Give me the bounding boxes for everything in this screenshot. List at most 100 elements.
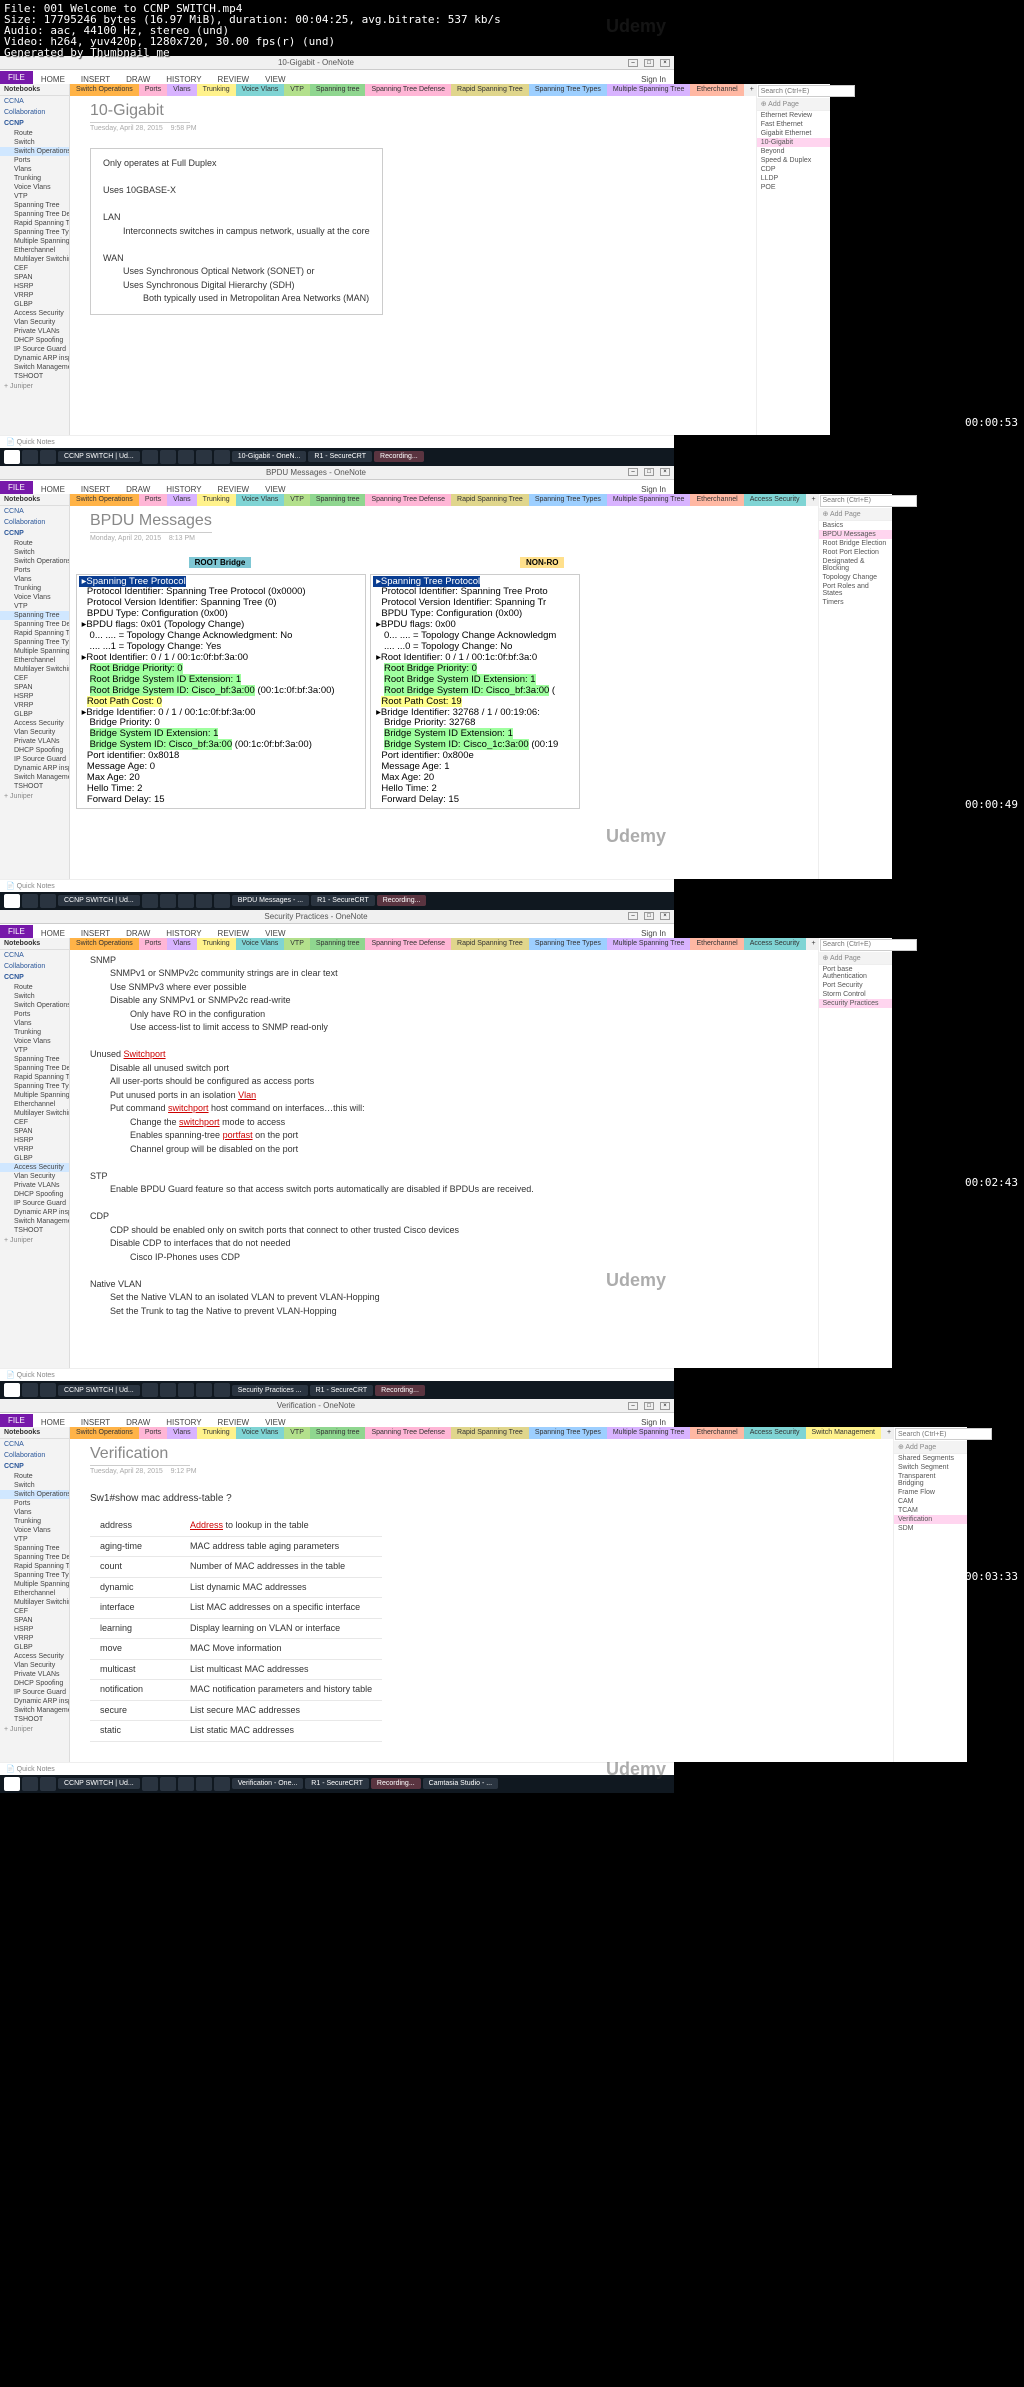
sidebar-item[interactable]: Private VLANs <box>0 1181 69 1190</box>
sidebar-item[interactable]: Etherchannel <box>0 1589 69 1598</box>
section-route[interactable]: Route <box>0 539 69 548</box>
sidebar-item[interactable]: Vlan Security <box>0 728 69 737</box>
start-button[interactable] <box>4 1777 20 1791</box>
section-switch[interactable]: Switch <box>0 1481 69 1490</box>
file-tab[interactable]: FILE <box>0 925 33 938</box>
section-route[interactable]: Route <box>0 1472 69 1481</box>
page-list-item[interactable]: BPDU Messages <box>819 530 892 539</box>
section-tab[interactable]: Spanning Tree Defense <box>365 1427 451 1439</box>
sidebar-item[interactable]: SPAN <box>0 1127 69 1136</box>
tb-chrome[interactable]: CCNP SWITCH | Ud... <box>58 451 140 462</box>
minimize-button[interactable]: – <box>628 468 638 476</box>
add-notebook[interactable]: + Juniper <box>0 791 69 802</box>
section-tab[interactable]: Ports <box>139 938 167 950</box>
sidebar-item[interactable]: Etherchannel <box>0 1100 69 1109</box>
tb-securecrt[interactable]: R1 - SecureCRT <box>311 895 375 906</box>
sidebar-item[interactable]: Access Security <box>0 1163 69 1172</box>
signin-link[interactable]: Sign In <box>633 929 674 938</box>
tb-app-icon[interactable] <box>142 1777 158 1791</box>
start-button[interactable] <box>4 1383 20 1397</box>
tb-explorer-icon[interactable] <box>40 450 56 464</box>
start-button[interactable] <box>4 894 20 908</box>
sidebar-item[interactable]: Voice Vlans <box>0 183 69 192</box>
minimize-button[interactable]: – <box>628 912 638 920</box>
sidebar-item[interactable]: Trunking <box>0 584 69 593</box>
tb-word-icon[interactable] <box>160 450 176 464</box>
sidebar-item[interactable]: Switch Management <box>0 773 69 782</box>
sidebar-item[interactable]: Multiple Spanning Tree <box>0 237 69 246</box>
tb-onenote[interactable]: 10-Gigabit - OneN... <box>232 451 307 462</box>
sidebar-item[interactable]: HSRP <box>0 1136 69 1145</box>
tb-securecrt[interactable]: R1 - SecureCRT <box>308 451 372 462</box>
signin-link[interactable]: Sign In <box>633 1418 674 1427</box>
sidebar-item[interactable]: GLBP <box>0 1643 69 1652</box>
maximize-button[interactable]: □ <box>644 1402 654 1410</box>
section-tab[interactable]: Spanning Tree Defense <box>365 938 451 950</box>
sidebar-item[interactable]: Spanning Tree <box>0 1544 69 1553</box>
tb-app-icon[interactable] <box>178 1383 194 1397</box>
sidebar-item[interactable]: DHCP Spoofing <box>0 746 69 755</box>
switchport-link[interactable]: Switchport <box>124 1049 166 1059</box>
section-tab[interactable]: Rapid Spanning Tree <box>451 938 529 950</box>
minimize-button[interactable]: – <box>628 59 638 67</box>
page-list-item[interactable]: Designated & Blocking <box>819 557 892 573</box>
sidebar-item[interactable]: Switch Management <box>0 1217 69 1226</box>
page-list-item[interactable]: Basics <box>819 521 892 530</box>
tb-onenote[interactable]: Security Practices ... <box>232 1385 308 1396</box>
sidebar-item[interactable]: Spanning Tree Types <box>0 228 69 237</box>
section-tab[interactable]: Vlans <box>167 1427 197 1439</box>
tb-onenote[interactable]: BPDU Messages - ... <box>232 895 309 906</box>
tb-app-icon[interactable] <box>196 1777 212 1791</box>
close-button[interactable]: × <box>660 912 670 920</box>
add-page-button[interactable]: ⊕ Add Page <box>894 1441 967 1454</box>
sidebar-item[interactable]: Vlans <box>0 1508 69 1517</box>
insert-tab[interactable]: INSERT <box>73 1418 118 1427</box>
page-list-item[interactable]: Topology Change <box>819 573 892 582</box>
add-notebook[interactable]: + Juniper <box>0 1235 69 1246</box>
insert-tab[interactable]: INSERT <box>73 485 118 494</box>
page-list-item[interactable]: POE <box>757 183 830 192</box>
sidebar-item[interactable]: Spanning Tree <box>0 1055 69 1064</box>
add-section-button[interactable]: + <box>881 1427 893 1439</box>
page-list-item[interactable]: Port Security <box>819 981 892 990</box>
sidebar-item[interactable]: HSRP <box>0 1625 69 1634</box>
section-tab[interactable]: Ports <box>139 494 167 506</box>
page-title[interactable]: BPDU Messages <box>90 512 212 533</box>
tb-app-icon[interactable] <box>196 894 212 908</box>
sidebar-item[interactable]: Dynamic ARP inspection <box>0 354 69 363</box>
page-list-item[interactable]: Beyond <box>757 147 830 156</box>
tb-camtasia[interactable]: Camtasia Studio - ... <box>423 1778 498 1789</box>
quick-notes[interactable]: 📄 Quick Notes <box>0 1762 674 1775</box>
tb-app-icon[interactable] <box>178 1777 194 1791</box>
add-section-button[interactable]: + <box>806 494 818 506</box>
sidebar-item[interactable]: Switch Operations <box>0 1490 69 1499</box>
notebook-ccna[interactable]: CCNA <box>0 1439 69 1450</box>
sidebar-item[interactable]: Private VLANs <box>0 1670 69 1679</box>
section-tab[interactable]: Etherchannel <box>690 494 743 506</box>
home-tab[interactable]: HOME <box>33 1418 73 1427</box>
sidebar-item[interactable]: Vlan Security <box>0 318 69 327</box>
file-tab[interactable]: FILE <box>0 71 33 84</box>
tb-explorer-icon[interactable] <box>40 894 56 908</box>
section-tab[interactable]: Access Security <box>744 938 806 950</box>
section-tab[interactable]: Multiple Spanning Tree <box>607 494 691 506</box>
page-title[interactable]: Verification <box>90 1445 190 1466</box>
quick-notes[interactable]: 📄 Quick Notes <box>0 879 674 892</box>
notebook-ccnp[interactable]: CCNP <box>0 972 69 983</box>
mac-table[interactable]: addressAddress to lookup in the tableagi… <box>90 1516 382 1742</box>
sidebar-item[interactable]: Spanning Tree Defense <box>0 1064 69 1073</box>
sidebar-item[interactable]: Dynamic ARP inspection <box>0 1697 69 1706</box>
sidebar-item[interactable]: DHCP Spoofing <box>0 336 69 345</box>
notebook-ccna[interactable]: CCNA <box>0 96 69 107</box>
tb-app-icon[interactable] <box>214 1383 230 1397</box>
section-tab[interactable]: Trunking <box>197 938 236 950</box>
sidebar-item[interactable]: Switch Operations <box>0 1001 69 1010</box>
file-tab[interactable]: FILE <box>0 481 33 494</box>
section-tab[interactable]: VTP <box>284 1427 310 1439</box>
address-link[interactable]: Address <box>190 1520 223 1530</box>
section-tab[interactable]: Switch Operations <box>70 938 139 950</box>
sidebar-item[interactable]: Spanning Tree <box>0 201 69 210</box>
notebook-collaboration[interactable]: Collaboration <box>0 517 69 528</box>
note-container[interactable]: Only operates at Full Duplex Uses 10GBAS… <box>90 148 383 315</box>
sidebar-item[interactable]: Vlan Security <box>0 1172 69 1181</box>
